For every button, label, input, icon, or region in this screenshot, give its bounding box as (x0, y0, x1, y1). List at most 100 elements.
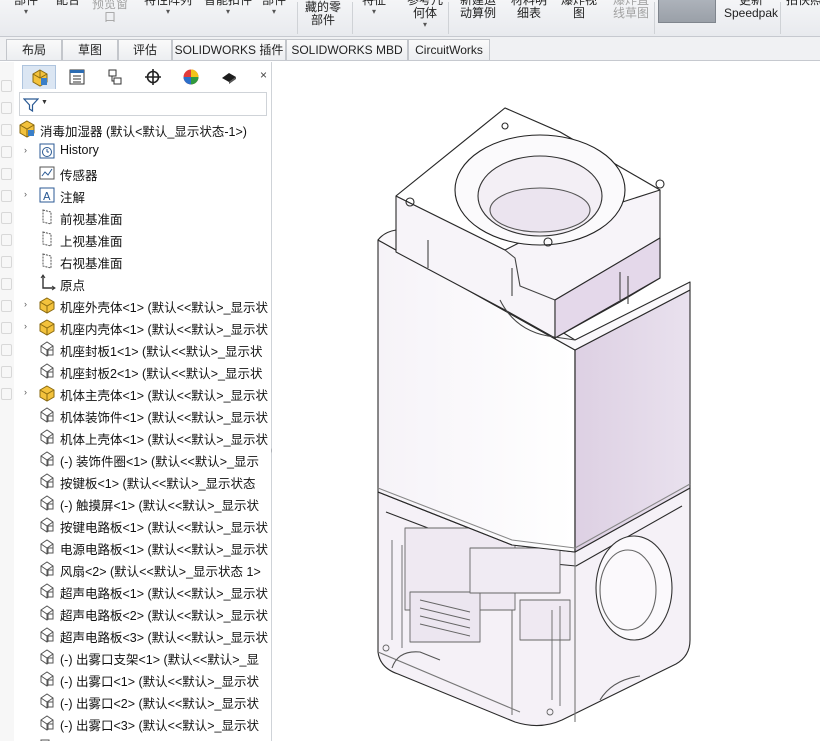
annotation-icon: A (38, 186, 56, 204)
strip-tool-icon[interactable] (1, 256, 12, 268)
command-tab-4[interactable]: SOLIDWORKS MBD (286, 39, 408, 60)
strip-tool-icon[interactable] (1, 80, 12, 92)
cam-icon (222, 73, 236, 84)
tree-node[interactable]: 超声电路板<2> (默认<<默认>_显示状 (14, 602, 271, 624)
tree-node[interactable]: 按键板<1> (默认<<默认>_显示状态 (14, 470, 271, 492)
dropdown-caret-icon[interactable]: ▾ (256, 7, 292, 16)
ribbon-button-4[interactable]: 智能扣件 ▾ (200, 0, 256, 30)
command-tab-1[interactable]: 草图 (62, 39, 118, 60)
expand-arrow-icon[interactable]: › (24, 299, 32, 309)
ribbon-button-8[interactable]: 参考几 何体 ▾ (402, 0, 448, 30)
command-tab-0[interactable]: 布局 (6, 39, 62, 60)
tree-node[interactable]: (-) 装饰件圈<1> (默认<<默认>_显示 (14, 448, 271, 470)
dimxpert-tab[interactable] (136, 65, 170, 89)
strip-tool-icon[interactable] (1, 124, 12, 136)
strip-tool-icon[interactable] (1, 234, 12, 246)
strip-tool-icon[interactable] (1, 278, 12, 290)
strip-tool-icon[interactable] (1, 102, 12, 114)
command-manager-ribbon: 部件▾配合预览窗口特性阵列▾智能扣件▾部件▾显示隐藏的零部件特征▾参考几何体▾新… (0, 0, 820, 37)
ribbon-button-14[interactable]: 更新 Speedpak (720, 0, 782, 30)
ribbon-button-6[interactable]: 显示隐藏的零部件 (300, 0, 346, 27)
tree-node[interactable]: 风扇<2> (默认<<默认>_显示状态 1> (14, 558, 271, 580)
tree-node[interactable]: 传感器 (14, 162, 271, 184)
tree-node[interactable]: ›配合 (14, 734, 271, 741)
strip-tool-icon[interactable] (1, 322, 12, 334)
plane-icon (38, 252, 56, 270)
dropdown-caret-icon[interactable]: ▾ (402, 20, 448, 29)
cam-tab[interactable] (212, 65, 246, 89)
ribbon-button-5[interactable]: 部件 ▾ (256, 0, 292, 30)
expand-arrow-icon[interactable]: › (24, 145, 32, 155)
dropdown-caret-icon[interactable]: ▾ (4, 7, 48, 16)
tree-node[interactable]: (-) 触摸屏<1> (默认<<默认>_显示状 (14, 492, 271, 514)
tree-node[interactable]: 机座封板1<1> (默认<<默认>_显示状 (14, 338, 271, 360)
strip-tool-icon[interactable] (1, 168, 12, 180)
property-manager-tab[interactable] (60, 65, 94, 89)
tree-node[interactable]: 右视基准面 (14, 250, 271, 272)
command-tab-3[interactable]: SOLIDWORKS 插件 (172, 39, 286, 60)
display-manager-tab[interactable] (174, 65, 208, 89)
ribbon-button-0[interactable]: 部件 ▾ (4, 0, 48, 30)
close-panel-icon[interactable]: × (260, 68, 267, 82)
ribbon-button-7[interactable]: 特征 ▾ (356, 0, 392, 30)
tree-node[interactable]: › 机座外壳体<1> (默认<<默认>_显示状 (14, 294, 271, 316)
command-tab-2[interactable]: 评估 (118, 39, 172, 60)
part-icon (38, 406, 56, 424)
graphics-area[interactable] (272, 62, 820, 741)
ribbon-button-label: 特征 (361, 0, 386, 7)
tree-node-label: 原点 (60, 279, 86, 293)
strip-tool-icon[interactable] (1, 146, 12, 158)
tree-node[interactable]: 前视基准面 (14, 206, 271, 228)
tree-node[interactable]: 机体装饰件<1> (默认<<默认>_显示状 (14, 404, 271, 426)
expand-arrow-icon[interactable]: › (24, 321, 32, 331)
tree-node[interactable]: (-) 出雾口支架<1> (默认<<默认>_显 (14, 646, 271, 668)
strip-tool-icon[interactable] (1, 300, 12, 312)
strip-tool-icon[interactable] (1, 190, 12, 202)
tree-node[interactable]: (-) 出雾口<3> (默认<<默认>_显示状 (14, 712, 271, 734)
tree-node[interactable]: (-) 出雾口<2> (默认<<默认>_显示状 (14, 690, 271, 712)
command-tab-5[interactable]: CircuitWorks (408, 39, 490, 60)
tree-node[interactable]: › History (14, 140, 271, 162)
ribbon-button-11[interactable]: 爆炸视图 (556, 0, 602, 30)
dropdown-caret-icon[interactable]: ▾ (356, 7, 392, 16)
tree-node[interactable]: 超声电路板<1> (默认<<默认>_显示状 (14, 580, 271, 602)
tree-node[interactable]: 上视基准面 (14, 228, 271, 250)
strip-tool-icon[interactable] (1, 366, 12, 378)
tree-node[interactable]: › 机座内壳体<1> (默认<<默认>_显示状 (14, 316, 271, 338)
tree-node[interactable]: › A 注解 (14, 184, 271, 206)
tree-node[interactable]: 机座封板2<1> (默认<<默认>_显示状 (14, 360, 271, 382)
ribbon-button-13[interactable]: Instant3D (658, 0, 716, 23)
dropdown-caret-icon[interactable]: ▾ (140, 7, 196, 16)
expand-arrow-icon[interactable]: › (24, 387, 32, 397)
expand-arrow-icon[interactable]: › (24, 189, 32, 199)
part-icon (38, 428, 56, 446)
tree-node[interactable]: 按键电路板<1> (默认<<默认>_显示状 (14, 514, 271, 536)
part-icon (38, 472, 56, 490)
subassembly-icon (38, 296, 56, 314)
tree-node[interactable]: 超声电路板<3> (默认<<默认>_显示状 (14, 624, 271, 646)
filter-box[interactable]: ▼ (19, 92, 267, 116)
dropdown-caret-icon[interactable]: ▾ (200, 7, 256, 16)
ribbon-button-10[interactable]: 材料明 细表 (508, 0, 550, 30)
display-manager-icon (183, 69, 199, 85)
ribbon-button-15[interactable]: 拍快照 (784, 0, 820, 30)
ribbon-button-label: 线草图 (612, 6, 649, 20)
property-manager-icon (69, 69, 85, 85)
tree-node[interactable]: (-) 出雾口<1> (默认<<默认>_显示状 (14, 668, 271, 690)
ribbon-button-9[interactable]: 新建运 动算例 (452, 0, 504, 30)
tree-node[interactable]: 电源电路板<1> (默认<<默认>_显示状 (14, 536, 271, 558)
tree-node[interactable]: › 机体主壳体<1> (默认<<默认>_显示状 (14, 382, 271, 404)
strip-tool-icon[interactable] (1, 388, 12, 400)
ribbon-button-3[interactable]: 特性阵列 ▾ (140, 0, 196, 30)
ribbon-button-12[interactable]: 爆炸直 线草图 (604, 0, 658, 30)
tree-root[interactable]: 消毒加湿器 (默认<默认_显示状态-1>) (14, 118, 271, 140)
feature-manager-tab[interactable] (22, 65, 56, 89)
ribbon-button-1[interactable]: 配合 (50, 0, 86, 30)
tree-node[interactable]: 机体上壳体<1> (默认<<默认>_显示状 (14, 426, 271, 448)
configuration-manager-tab[interactable] (98, 65, 132, 89)
strip-tool-icon[interactable] (1, 212, 12, 224)
strip-tool-icon[interactable] (1, 344, 12, 356)
tree-node[interactable]: 原点 (14, 272, 271, 294)
filter-dropdown-icon[interactable]: ▼ (41, 99, 48, 106)
ribbon-button-2[interactable]: 预览窗口 (88, 0, 132, 34)
